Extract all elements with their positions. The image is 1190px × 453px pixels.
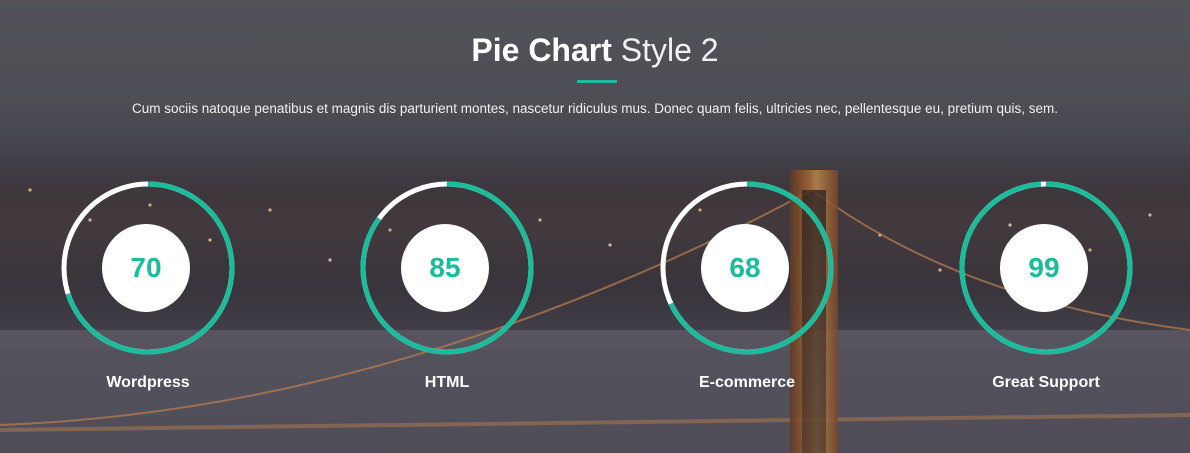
title-underline xyxy=(577,80,617,83)
pie-charts-row: 70 Wordpress 85 HTML 68 E-commerce 99 Great Sup… xyxy=(0,178,1190,408)
pie-label: E-commerce xyxy=(698,374,796,391)
pie-label: Wordpress xyxy=(106,374,190,391)
pie-chart-2: 85 HTML xyxy=(357,178,537,408)
section-title: Pie Chart Style 2 xyxy=(0,30,1190,70)
pie-chart-section: Pie Chart Style 2 Cum sociis natoque pen… xyxy=(0,0,1190,453)
section-title-bold: Pie Chart xyxy=(471,32,612,68)
section-title-light: Style 2 xyxy=(620,32,719,68)
pie-value: 99 xyxy=(1000,224,1088,312)
section-subtitle: Cum sociis natoque penatibus et magnis d… xyxy=(132,101,1058,116)
pie-chart-1: 70 Wordpress xyxy=(58,178,238,408)
pie-value: 68 xyxy=(701,224,789,312)
pie-chart-3: 68 E-commerce xyxy=(657,178,837,408)
pie-label: Great Support xyxy=(992,374,1100,391)
pie-chart-4: 99 Great Support xyxy=(956,178,1136,408)
pie-value: 70 xyxy=(102,224,190,312)
pie-label: HTML xyxy=(424,374,470,391)
pie-value: 85 xyxy=(401,224,489,312)
